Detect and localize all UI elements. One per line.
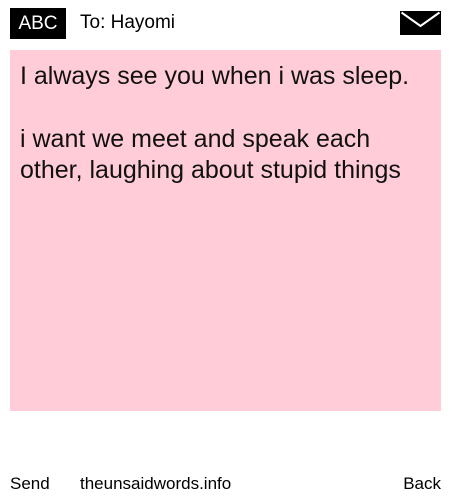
message-note: I always see you when i was sleep. i wan…: [10, 50, 441, 411]
envelope-icon[interactable]: [400, 11, 441, 35]
send-link[interactable]: Send: [10, 474, 50, 494]
abc-badge[interactable]: ABC: [10, 8, 66, 39]
message-line: i want we meet and speak each other, lau…: [20, 125, 401, 184]
message-line: I always see you when i was sleep.: [20, 62, 410, 90]
back-link[interactable]: Back: [403, 474, 441, 494]
recipient-label: To: Hayomi: [80, 12, 176, 33]
site-link[interactable]: theunsaidwords.info: [80, 474, 231, 494]
